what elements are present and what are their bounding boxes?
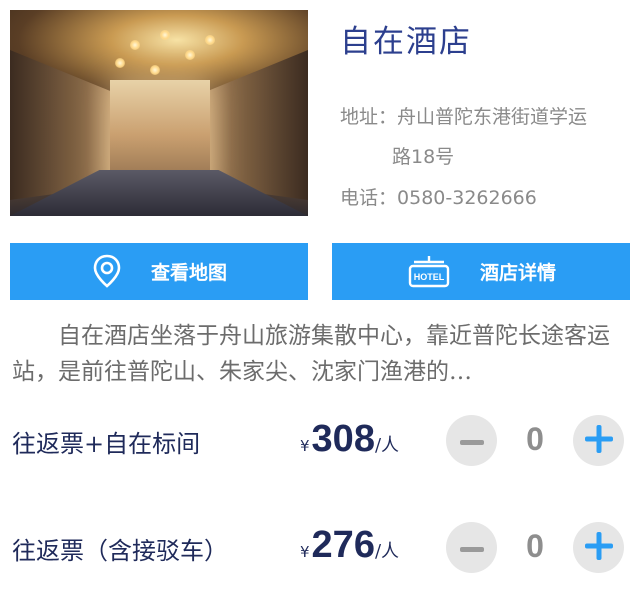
decrease-quantity-button[interactable] (446, 415, 497, 466)
decrease-quantity-button[interactable] (446, 522, 497, 573)
price-value: 308 (311, 418, 375, 460)
hotel-details-button[interactable]: HOTEL 酒店详情 (332, 243, 630, 300)
phone-number[interactable]: 0580-3262666 (397, 187, 537, 209)
hotel-name: 自在酒店 (340, 24, 472, 60)
hotel-sign-text: HOTEL (414, 272, 445, 282)
ticket-price: ¥ 308 /人 (300, 418, 399, 461)
ticket-name: 往返票+自在标间 (12, 430, 201, 458)
hotel-lobby-photo (10, 10, 308, 216)
minus-icon (459, 538, 484, 557)
quantity-value: 0 (526, 421, 544, 457)
minus-icon (459, 431, 484, 450)
ticket-name: 往返票（含接驳车） (12, 537, 228, 565)
plus-icon (584, 424, 613, 457)
ticket-price: ¥ 276 /人 (300, 524, 399, 567)
location-pin-icon (91, 254, 123, 290)
plus-icon (584, 531, 613, 564)
address-line2: 路18号 (392, 146, 455, 168)
hotel-details-label: 酒店详情 (479, 262, 556, 284)
address-label: 地址： (340, 106, 398, 128)
price-unit: /人 (374, 541, 400, 562)
phone-label: 电话： (340, 187, 398, 209)
view-map-label: 查看地图 (150, 262, 227, 284)
currency-symbol: ¥ (300, 543, 310, 561)
increase-quantity-button[interactable] (573, 522, 624, 573)
currency-symbol: ¥ (300, 437, 310, 455)
quantity-value: 0 (526, 528, 544, 564)
phone-row: 电话：0580-3262666 (340, 183, 537, 210)
hotel-sign-icon: HOTEL (406, 254, 452, 290)
view-map-button[interactable]: 查看地图 (10, 243, 308, 300)
increase-quantity-button[interactable] (573, 415, 624, 466)
price-value: 276 (311, 524, 375, 566)
address-line1: 舟山普陀东港街道学运 (397, 106, 588, 128)
description-text: 自在酒店坐落于舟山旅游集散中心，靠近普陀长途客运站，是前往普陀山、朱家尖、沈家门… (12, 323, 610, 385)
price-unit: /人 (374, 435, 400, 456)
hotel-description: 自在酒店坐落于舟山旅游集散中心，靠近普陀长途客运站，是前往普陀山、朱家尖、沈家门… (12, 318, 632, 390)
address-row: 地址：舟山普陀东港街道学运 (340, 102, 587, 129)
